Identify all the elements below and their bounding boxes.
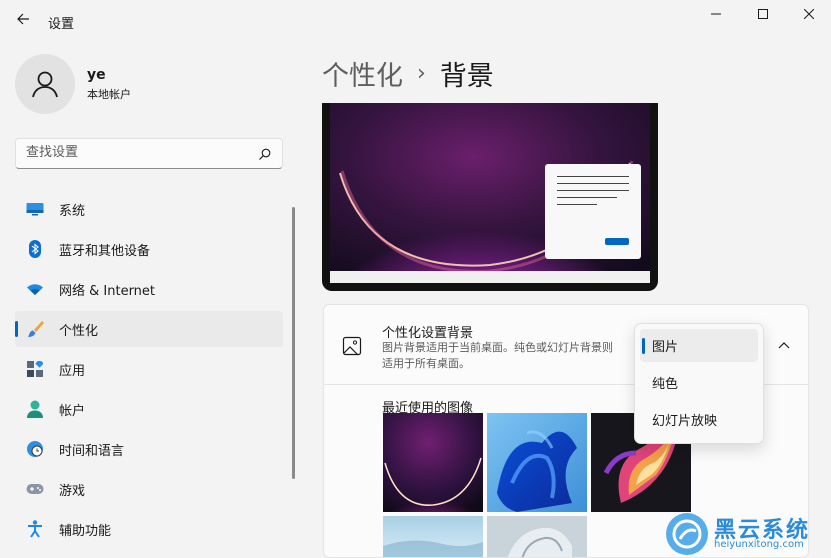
system-icon	[26, 200, 44, 218]
sidebar-item-label: 应用	[59, 363, 86, 379]
dropdown-option-picture[interactable]: 图片	[640, 329, 758, 362]
sidebar-item-time-language[interactable]: 时间和语言	[15, 431, 283, 467]
account-type: 本地帐户	[87, 87, 131, 101]
maximize-button[interactable]	[740, 0, 786, 28]
person-avatar-icon	[32, 71, 58, 98]
accessibility-icon	[26, 520, 44, 538]
close-button[interactable]	[786, 0, 831, 28]
sidebar-item-gaming[interactable]: 游戏	[15, 471, 283, 507]
preview-window	[545, 164, 641, 259]
sidebar-item-label: 系统	[59, 203, 86, 219]
brush-icon	[26, 320, 44, 338]
breadcrumb: 个性化 › 背景	[322, 54, 494, 93]
sidebar-item-label: 游戏	[59, 483, 86, 499]
preview-window-button	[605, 238, 629, 245]
sidebar-item-apps[interactable]: 应用	[15, 351, 283, 387]
chevron-up-icon[interactable]	[776, 338, 792, 354]
sidebar-item-accounts[interactable]: 帐户	[15, 391, 283, 427]
sidebar-nav: 系统 蓝牙和其他设备 网络 & Internet 个性化 应用 帐户 时间和语言…	[15, 191, 283, 551]
app-title: 设置	[48, 17, 75, 32]
apps-icon	[26, 360, 44, 378]
search-icon[interactable]	[258, 147, 272, 161]
user-profile[interactable]: ye 本地帐户	[15, 54, 131, 114]
bluetooth-icon	[26, 240, 44, 258]
recent-image-thumbnail[interactable]	[383, 413, 483, 512]
preview-taskbar	[330, 271, 650, 283]
person-icon	[26, 400, 44, 418]
page-title: 背景	[439, 61, 494, 92]
user-name: ye	[87, 66, 106, 83]
minimize-button[interactable]	[693, 0, 739, 28]
background-setting-title: 个性化设置背景	[382, 326, 474, 341]
desktop-preview	[322, 103, 658, 291]
back-button[interactable]	[12, 8, 34, 30]
search-box[interactable]	[15, 138, 283, 169]
watermark-logo	[666, 513, 708, 555]
breadcrumb-separator: ›	[417, 61, 426, 86]
sidebar-scrollbar[interactable]	[292, 207, 295, 479]
sidebar-item-label: 个性化	[59, 323, 99, 339]
sidebar-item-system[interactable]: 系统	[15, 191, 283, 227]
back-arrow-icon	[17, 13, 29, 25]
sidebar-item-accessibility[interactable]: 辅助功能	[15, 511, 283, 547]
watermark-url: heiyunxitong.com	[714, 539, 804, 550]
picture-icon	[342, 336, 362, 356]
dropdown-option-slideshow[interactable]: 幻灯片放映	[640, 403, 758, 436]
gamepad-icon	[26, 480, 44, 498]
sidebar-item-label: 时间和语言	[59, 443, 125, 459]
recent-image-thumbnail[interactable]	[487, 413, 587, 512]
close-icon	[804, 9, 814, 19]
background-type-dropdown[interactable]: 图片 纯色 幻灯片放映	[634, 323, 764, 444]
clock-globe-icon	[26, 440, 44, 458]
recent-image-thumbnail[interactable]	[383, 516, 483, 557]
recent-image-thumbnail[interactable]	[487, 516, 587, 557]
sidebar-item-label: 网络 & Internet	[59, 283, 156, 299]
sidebar-item-label: 蓝牙和其他设备	[59, 243, 151, 259]
minimize-icon	[711, 13, 721, 15]
sidebar-item-bluetooth[interactable]: 蓝牙和其他设备	[15, 231, 283, 267]
sidebar-item-label: 辅助功能	[59, 523, 112, 539]
sidebar-item-personalization[interactable]: 个性化	[15, 311, 283, 347]
avatar	[15, 54, 75, 114]
title-bar: 设置	[0, 0, 831, 40]
wifi-icon	[26, 280, 44, 298]
search-input[interactable]	[26, 145, 246, 160]
sidebar-item-label: 帐户	[59, 403, 86, 419]
sidebar-item-network[interactable]: 网络 & Internet	[15, 271, 283, 307]
watermark: 黑云系统 heiyunxitong.com	[666, 513, 826, 555]
maximize-icon	[758, 9, 768, 19]
breadcrumb-parent[interactable]: 个性化	[322, 54, 403, 93]
dropdown-option-solid-color[interactable]: 纯色	[640, 366, 758, 399]
background-setting-description: 图片背景适用于当前桌面。纯色或幻灯片背景则适用于所有桌面。	[382, 341, 613, 370]
